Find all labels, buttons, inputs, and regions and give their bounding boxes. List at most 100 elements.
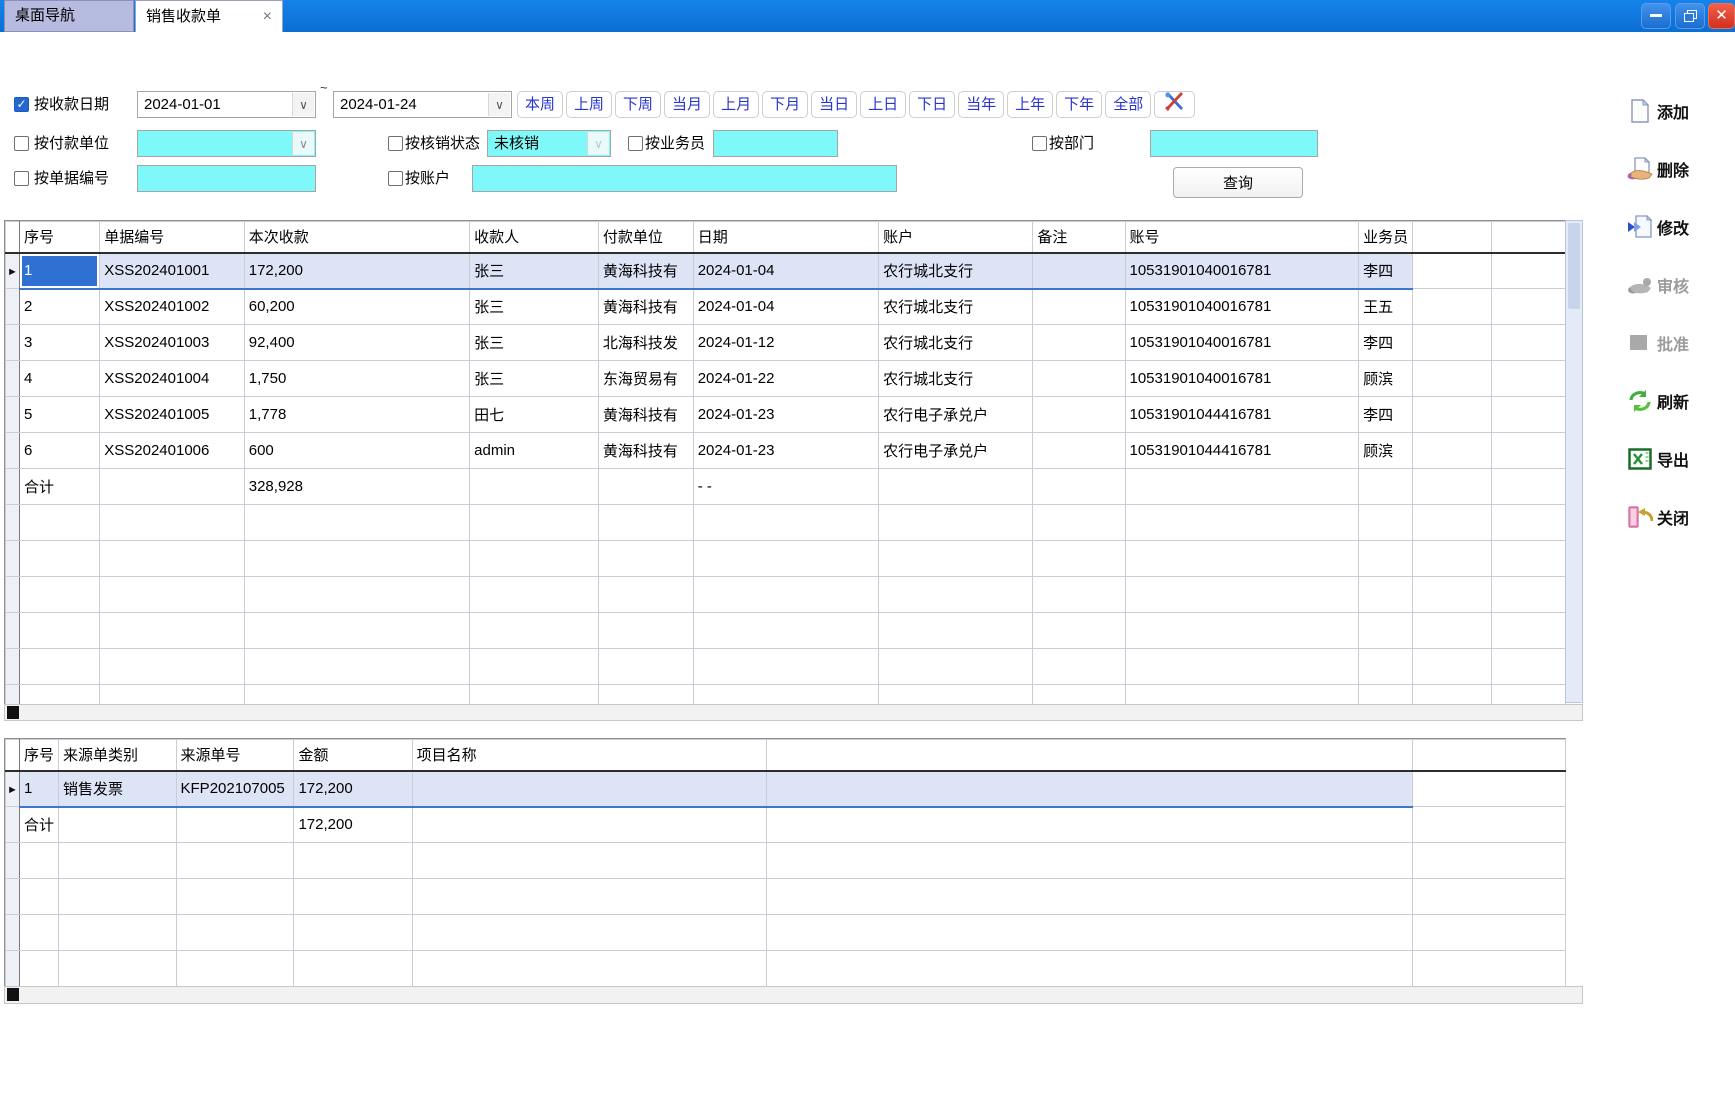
- payer-combobox[interactable]: ∨: [137, 130, 316, 157]
- cell[interactable]: 1: [19, 771, 58, 807]
- cell[interactable]: XSS202401005: [100, 397, 244, 433]
- cell[interactable]: 黄海科技有: [598, 253, 693, 289]
- quick-date-button[interactable]: 上年: [1007, 91, 1053, 118]
- quick-date-button[interactable]: 下日: [909, 91, 955, 118]
- column-header[interactable]: 收款人: [470, 222, 599, 253]
- detail-table-horizontal-scrollbar[interactable]: [4, 986, 1583, 1004]
- cell[interactable]: [1033, 289, 1125, 325]
- quick-date-button[interactable]: 当月: [664, 91, 710, 118]
- column-header[interactable]: 来源单类别: [58, 740, 176, 771]
- close-window-button[interactable]: ✕: [1708, 3, 1735, 29]
- date-filter-checkbox[interactable]: ✓: [14, 97, 29, 112]
- table-row[interactable]: 6XSS202401006600admin黄海科技有2024-01-23农行电子…: [6, 433, 1566, 469]
- cell[interactable]: 顾滨: [1359, 433, 1413, 469]
- cell[interactable]: 李四: [1359, 253, 1413, 289]
- cell[interactable]: 10531901044416781: [1125, 397, 1359, 433]
- cell[interactable]: 2024-01-23: [693, 433, 878, 469]
- cell[interactable]: [1033, 433, 1125, 469]
- column-header[interactable]: 序号: [19, 222, 99, 253]
- cell[interactable]: 60,200: [244, 289, 469, 325]
- column-header[interactable]: 本次收款: [244, 222, 469, 253]
- cell[interactable]: 1,778: [244, 397, 469, 433]
- column-header[interactable]: 备注: [1033, 222, 1125, 253]
- quick-date-button[interactable]: 当年: [958, 91, 1004, 118]
- table-row[interactable]: 2XSS20240100260,200张三黄海科技有2024-01-04农行城北…: [6, 289, 1566, 325]
- cell[interactable]: 2024-01-04: [693, 253, 878, 289]
- cell[interactable]: 2: [19, 289, 99, 325]
- cell[interactable]: 东海贸易有: [598, 361, 693, 397]
- column-header[interactable]: 账号: [1125, 222, 1359, 253]
- cell[interactable]: [1033, 253, 1125, 289]
- quick-date-button[interactable]: 下年: [1056, 91, 1102, 118]
- column-header[interactable]: 来源单号: [176, 740, 294, 771]
- date-from-combobox[interactable]: 2024-01-01 ∨: [137, 91, 316, 118]
- restore-button[interactable]: [1675, 3, 1705, 29]
- account-input[interactable]: [472, 165, 897, 192]
- cell[interactable]: 10531901040016781: [1125, 253, 1359, 289]
- cell[interactable]: XSS202401006: [100, 433, 244, 469]
- cell[interactable]: admin: [470, 433, 599, 469]
- cell[interactable]: 北海科技发: [598, 325, 693, 361]
- cell[interactable]: [1033, 397, 1125, 433]
- quick-date-button[interactable]: 下周: [615, 91, 661, 118]
- cell[interactable]: 张三: [470, 289, 599, 325]
- cell[interactable]: 10531901040016781: [1125, 325, 1359, 361]
- refresh-button[interactable]: 刷新: [1626, 386, 1731, 416]
- cell[interactable]: 农行电子承兑户: [879, 397, 1033, 433]
- cell[interactable]: 农行城北支行: [879, 253, 1033, 289]
- table-row[interactable]: ►1XSS202401001172,200张三黄海科技有2024-01-04农行…: [6, 253, 1566, 289]
- chevron-down-icon[interactable]: ∨: [488, 93, 510, 116]
- quick-date-button[interactable]: 上月: [713, 91, 759, 118]
- doc-no-input[interactable]: [137, 165, 316, 192]
- cell[interactable]: 销售发票: [58, 771, 176, 807]
- modify-button[interactable]: 修改: [1626, 212, 1731, 242]
- column-header[interactable]: 账户: [879, 222, 1033, 253]
- cell[interactable]: XSS202401004: [100, 361, 244, 397]
- cell[interactable]: 农行城北支行: [879, 289, 1033, 325]
- cell[interactable]: 1: [19, 253, 99, 289]
- cell[interactable]: 4: [19, 361, 99, 397]
- receipts-table-vertical-scrollbar[interactable]: [1565, 220, 1583, 703]
- verify-status-combobox[interactable]: 未核销 ∨: [487, 130, 611, 157]
- quick-date-button[interactable]: 下月: [762, 91, 808, 118]
- query-button[interactable]: 查询: [1173, 167, 1303, 198]
- cell[interactable]: 2024-01-12: [693, 325, 878, 361]
- tab-close-icon[interactable]: ×: [263, 9, 272, 25]
- chevron-down-icon[interactable]: ∨: [292, 93, 314, 116]
- table-row[interactable]: 3XSS20240100392,400张三北海科技发2024-01-12农行城北…: [6, 325, 1566, 361]
- payer-filter-checkbox[interactable]: [14, 136, 29, 151]
- cell[interactable]: 2024-01-04: [693, 289, 878, 325]
- cell[interactable]: 6: [19, 433, 99, 469]
- cell[interactable]: 10531901040016781: [1125, 289, 1359, 325]
- column-header[interactable]: 日期: [693, 222, 878, 253]
- column-header[interactable]: 业务员: [1359, 222, 1413, 253]
- quick-date-button[interactable]: 本周: [517, 91, 563, 118]
- cell[interactable]: 5: [19, 397, 99, 433]
- close-button[interactable]: 关闭: [1626, 502, 1731, 532]
- cell[interactable]: 张三: [470, 253, 599, 289]
- delete-button[interactable]: 删除: [1626, 154, 1731, 184]
- vertical-scrollbar-thumb[interactable]: [1568, 223, 1580, 309]
- column-header[interactable]: 单据编号: [100, 222, 244, 253]
- filter-tools-button[interactable]: [1154, 91, 1195, 118]
- cell[interactable]: 黄海科技有: [598, 433, 693, 469]
- cell[interactable]: 王五: [1359, 289, 1413, 325]
- doc-no-filter-checkbox[interactable]: [14, 171, 29, 186]
- quick-date-button[interactable]: 上周: [566, 91, 612, 118]
- add-button[interactable]: 添加: [1626, 96, 1731, 126]
- cell[interactable]: 172,200: [244, 253, 469, 289]
- cell[interactable]: [412, 771, 766, 807]
- cell[interactable]: 2024-01-22: [693, 361, 878, 397]
- verify-status-checkbox[interactable]: [388, 136, 403, 151]
- cell[interactable]: [1033, 325, 1125, 361]
- chevron-down-icon[interactable]: ∨: [292, 132, 314, 155]
- cell[interactable]: 农行城北支行: [879, 361, 1033, 397]
- receipts-table-horizontal-scrollbar[interactable]: [4, 704, 1583, 721]
- cell[interactable]: XSS202401002: [100, 289, 244, 325]
- salesman-input[interactable]: [713, 130, 838, 157]
- cell[interactable]: 600: [244, 433, 469, 469]
- cell[interactable]: 172,200: [294, 771, 412, 807]
- horizontal-scrollbar-thumb[interactable]: [7, 706, 19, 719]
- cell[interactable]: 李四: [1359, 325, 1413, 361]
- cell[interactable]: 李四: [1359, 397, 1413, 433]
